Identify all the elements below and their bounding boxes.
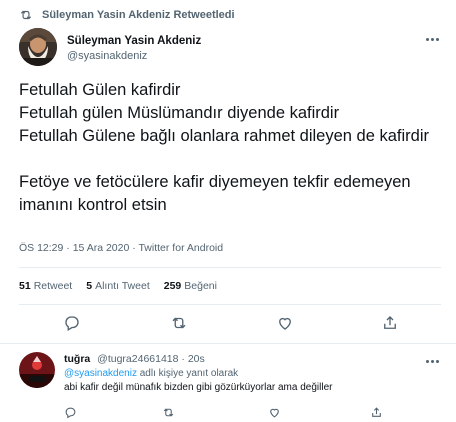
reply-like-button[interactable]: [268, 406, 282, 420]
quote-stat[interactable]: 5 Alıntı Tweet: [86, 280, 150, 292]
tweet-stats: 51 Retweet 5 Alıntı Tweet 259 Beğeni: [19, 280, 217, 292]
reply-header: tuğra @tugra24661418 · 20s: [64, 353, 205, 365]
like-button[interactable]: [276, 314, 294, 332]
reply-time[interactable]: · 20s: [181, 353, 204, 365]
reply-tweet[interactable]: tuğra @tugra24661418 · 20s @syasinakdeni…: [0, 343, 456, 422]
replying-to: @syasinakdeniz adlı kişiye yanıt olarak: [64, 368, 238, 379]
tweet-action-bar: [0, 314, 456, 334]
reply-avatar[interactable]: [19, 352, 55, 388]
replying-to-label: adlı kişiye yanıt olarak: [139, 368, 239, 379]
share-icon: [384, 316, 396, 329]
retweet-stat[interactable]: 51 Retweet: [19, 280, 72, 292]
share-icon: [372, 407, 381, 417]
reply-retweet-button[interactable]: [162, 406, 176, 420]
retweet-icon: [20, 10, 32, 20]
like-stat[interactable]: 259 Beğeni: [164, 280, 217, 292]
author-block[interactable]: Süleyman Yasin Akdeniz @syasinakdeniz: [67, 34, 201, 63]
tweet-text: Fetullah Gülen kafirdir Fetullah gülen M…: [19, 79, 447, 217]
retweeted-by-bar[interactable]: Süleyman Yasin Akdeniz Retweetledi: [19, 7, 235, 23]
reply-more-options-icon[interactable]: [423, 356, 441, 366]
divider: [19, 267, 441, 268]
tweet-line: Fetullah Gülen kafirdir: [19, 81, 181, 99]
reply-mention-link[interactable]: @syasinakdeniz: [64, 368, 137, 379]
reply-text: abi kafir değil münafık bizden gibi gözü…: [64, 382, 333, 393]
tweet-line: Fetullah gülen Müslümandır diyende kafir…: [19, 104, 340, 122]
retweeted-by-text: Süleyman Yasin Akdeniz Retweetledi: [42, 9, 235, 21]
divider: [19, 304, 441, 305]
tweet-line: Fetöye ve fetöcülere kafir diyemeyen tek…: [19, 173, 411, 214]
reply-reply-button[interactable]: [64, 406, 78, 420]
author-avatar[interactable]: [19, 28, 57, 66]
reply-icon: [65, 407, 76, 419]
share-button[interactable]: [381, 314, 399, 332]
reply-author-handle[interactable]: @tugra24661418: [97, 353, 178, 365]
retweet-button[interactable]: [170, 314, 188, 332]
reply-action-bar: [0, 406, 456, 420]
reply-author-name[interactable]: tuğra: [64, 353, 90, 365]
reply-icon: [65, 316, 79, 331]
author-name[interactable]: Süleyman Yasin Akdeniz: [67, 34, 201, 48]
tweet-line: Fetullah Gülene bağlı olanlara rahmet di…: [19, 127, 429, 145]
reply-share-button[interactable]: [370, 406, 384, 420]
reply-button[interactable]: [63, 314, 81, 332]
like-icon: [270, 408, 279, 418]
like-icon: [279, 317, 291, 330]
more-options-icon[interactable]: [423, 34, 441, 44]
author-handle[interactable]: @syasinakdeniz: [67, 49, 201, 63]
retweet-icon: [163, 408, 174, 417]
retweet-icon: [172, 317, 186, 329]
tweet-meta[interactable]: ÖS 12:29 · 15 Ara 2020 · Twitter for And…: [19, 242, 223, 254]
